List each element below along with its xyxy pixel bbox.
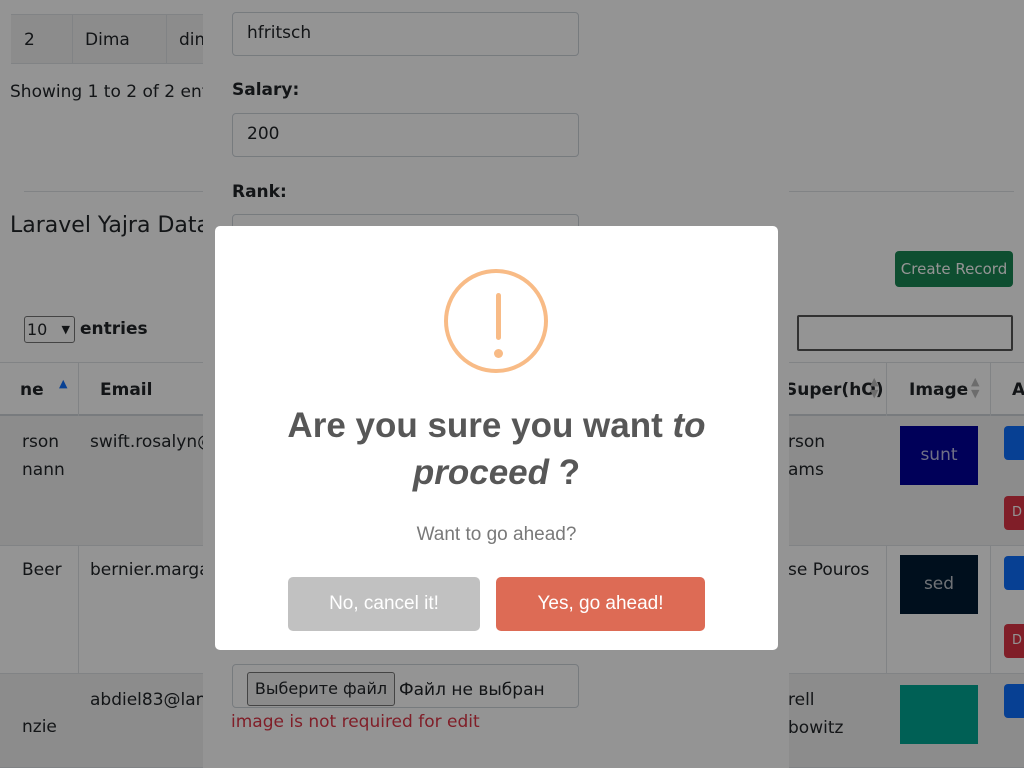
dialog-text: Want to go ahead?	[416, 524, 577, 545]
cancel-button[interactable]: No, cancel it!	[288, 577, 480, 631]
warning-exclamation-icon	[444, 269, 548, 373]
dialog-title: Are you sure you want to proceed ?	[287, 406, 706, 492]
confirm-dialog: Are you sure you want to proceed ? Want t…	[215, 226, 778, 650]
confirm-button[interactable]: Yes, go ahead!	[496, 577, 705, 631]
